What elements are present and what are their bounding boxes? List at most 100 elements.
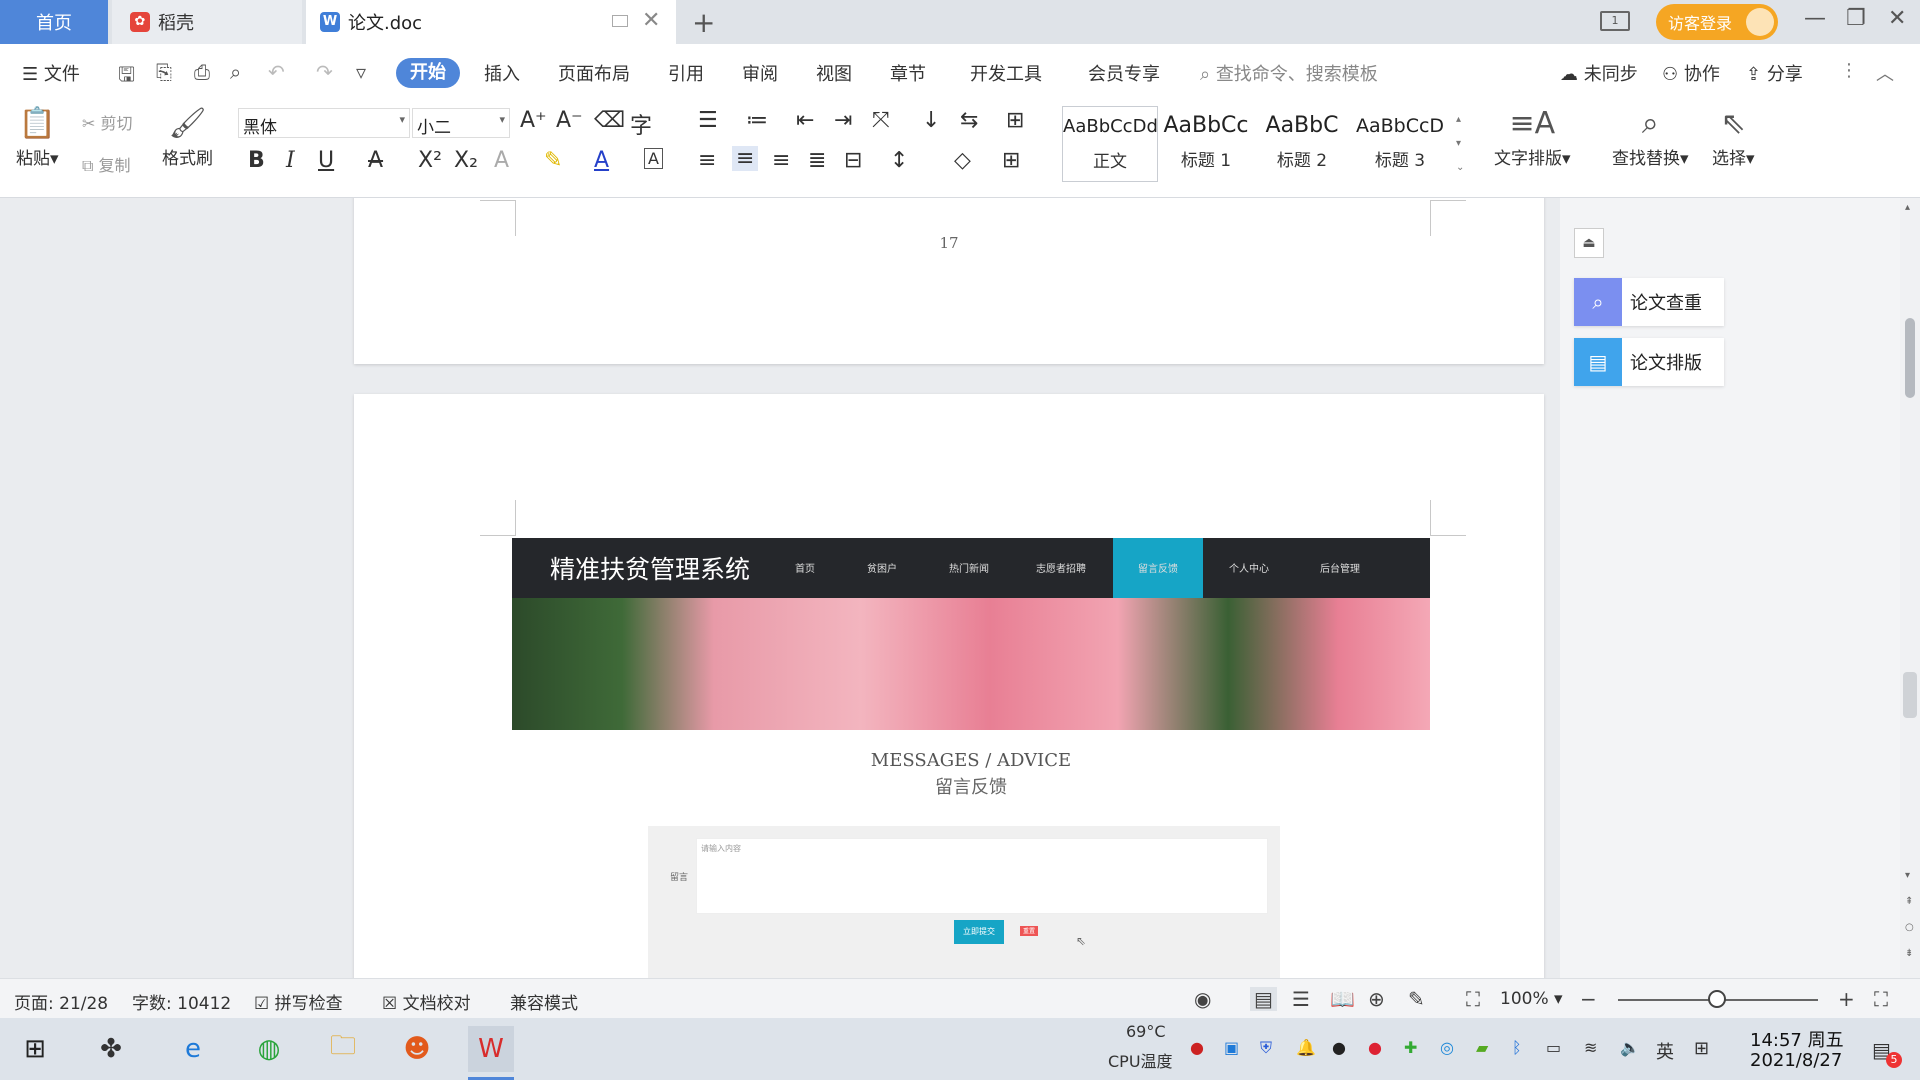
styles-scroll-icon[interactable]: ▴ ▾ ⌄ <box>1456 108 1464 180</box>
tab-home[interactable]: 首页 <box>0 0 108 44</box>
phonetic-guide-icon[interactable]: 字 <box>630 108 652 140</box>
style-normal[interactable]: AaBbCcDd 正文 <box>1062 106 1158 182</box>
app-launcher-icon[interactable]: ✤ <box>88 1026 134 1072</box>
shield-icon[interactable]: ⛨ <box>1260 1038 1272 1058</box>
sync-status[interactable]: ☁ 未同步 <box>1560 60 1638 86</box>
text-direction-icon[interactable]: ⤧ <box>872 108 890 133</box>
bullet-list-icon[interactable]: ☰ <box>698 108 718 133</box>
char-border-icon[interactable]: A <box>644 148 663 169</box>
format-painter-button[interactable]: 🖌 格式刷 <box>162 106 213 169</box>
fit-page-icon[interactable]: ⛶ <box>1466 987 1480 1011</box>
numbered-list-icon[interactable]: ≔ <box>746 108 768 133</box>
zoom-slider-handle[interactable] <box>1708 990 1726 1008</box>
more-icon[interactable]: ⋮ <box>1840 60 1858 81</box>
distributed-icon[interactable]: ⊟ <box>844 148 862 173</box>
share-button[interactable]: ⇪ 分享 <box>1746 60 1803 86</box>
font-size-select[interactable]: 小二 ▾ <box>412 108 510 138</box>
paste-button[interactable]: 📋 粘贴▾ <box>16 106 59 169</box>
select-browse-icon[interactable]: ○ <box>1905 922 1914 933</box>
shrink-font-icon[interactable]: A⁻ <box>556 108 583 133</box>
underline-icon[interactable]: U <box>318 148 334 173</box>
zoom-out-icon[interactable]: − <box>1580 987 1597 1011</box>
paper-format-button[interactable]: ▤ 论文排版 <box>1574 338 1724 386</box>
style-heading-2[interactable]: AaBbC 标题 2 <box>1254 106 1350 182</box>
zoom-level[interactable]: 100% ▾ <box>1500 989 1563 1009</box>
minimize-icon[interactable]: — <box>1804 6 1826 31</box>
subscript-icon[interactable]: X₂ <box>454 148 478 173</box>
window-layout-icon[interactable]: 1 <box>1600 11 1630 31</box>
file-explorer-icon[interactable]: 🗀 <box>320 1026 366 1072</box>
bluetooth-icon[interactable]: ᛒ <box>1512 1038 1522 1057</box>
ime-language[interactable]: 英 <box>1656 1038 1674 1064</box>
italic-icon[interactable]: I <box>286 148 295 173</box>
tray-app-icon[interactable]: ◎ <box>1440 1038 1454 1057</box>
tray-app-icon[interactable]: ▣ <box>1224 1038 1239 1057</box>
menu-developer[interactable]: 开发工具 <box>970 60 1042 86</box>
qq-icon[interactable]: ● <box>1332 1038 1346 1057</box>
grow-font-icon[interactable]: A⁺ <box>520 108 547 133</box>
tab-document[interactable]: W 论文.doc ✕ <box>306 0 676 44</box>
ime-layout-icon[interactable]: ⊞ <box>1694 1038 1709 1059</box>
borders-icon[interactable]: ⊞ <box>1002 148 1020 173</box>
style-heading-3[interactable]: AaBbCcD 标题 3 <box>1352 106 1448 182</box>
ie-browser-icon[interactable]: e <box>170 1026 216 1072</box>
nvidia-icon[interactable]: ▰ <box>1476 1038 1488 1057</box>
print-preview-icon[interactable]: ⌕ <box>230 60 241 84</box>
collaborate-button[interactable]: ⚇ 协作 <box>1662 60 1720 86</box>
scrollbar-marker[interactable] <box>1903 672 1917 718</box>
menu-start[interactable]: 开始 <box>396 58 460 88</box>
clock-date[interactable]: 2021/8/27 <box>1750 1050 1842 1071</box>
collapse-panel-icon[interactable]: ⏏ <box>1574 228 1604 258</box>
float-window-icon[interactable] <box>612 15 628 27</box>
sort-icon[interactable]: ↓ <box>922 108 940 133</box>
customize-dropdown-icon[interactable]: ▿ <box>356 60 366 84</box>
vertical-scrollbar[interactable]: ▴ ▾ ⇞ ○ ⇟ <box>1900 198 1920 978</box>
next-page-icon[interactable]: ⇟ <box>1905 948 1913 959</box>
zoom-in-icon[interactable]: + <box>1838 987 1855 1011</box>
scrollbar-thumb[interactable] <box>1905 318 1915 398</box>
bold-icon[interactable]: B <box>248 148 265 173</box>
collapse-ribbon-icon[interactable]: ︿ <box>1876 60 1894 86</box>
proofread-button[interactable]: ☒ 文档校对 <box>382 989 471 1014</box>
ruler-icon[interactable]: ⊞ <box>1006 108 1024 133</box>
show-marks-icon[interactable]: ⇆ <box>960 108 978 133</box>
document-page-previous[interactable]: 17 <box>354 198 1544 364</box>
media-app-icon[interactable]: ☻ <box>394 1026 440 1072</box>
notification-bell-icon[interactable]: 🔔 <box>1296 1038 1316 1057</box>
line-spacing-icon[interactable]: ↕ <box>890 148 908 173</box>
write-view-icon[interactable]: ✎ <box>1408 987 1425 1011</box>
strikethrough-icon[interactable]: A <box>368 148 383 173</box>
page-view-icon[interactable]: ▤ <box>1250 987 1277 1011</box>
font-name-select[interactable]: 黑体 ▾ <box>238 108 410 138</box>
restore-icon[interactable]: ❐ <box>1846 6 1866 31</box>
shading-icon[interactable]: ◇ <box>954 148 971 173</box>
prev-page-icon[interactable]: ⇞ <box>1905 896 1913 907</box>
undo-icon[interactable]: ↶ <box>268 60 285 84</box>
word-count[interactable]: 字数: 10412 <box>132 989 231 1014</box>
360-browser-icon[interactable]: ◍ <box>246 1026 292 1072</box>
command-search[interactable]: ⌕ 查找命令、搜索模板 <box>1200 60 1378 86</box>
font-color-icon[interactable]: A <box>594 148 609 173</box>
copy-button[interactable]: ⧉ 复制 <box>82 152 131 176</box>
fullscreen-icon[interactable]: ⛶ <box>1874 987 1888 1011</box>
find-replace-button[interactable]: ⌕ 查找替换▾ <box>1612 106 1689 169</box>
tray-app-icon[interactable]: ● <box>1368 1038 1382 1057</box>
document-canvas[interactable]: 17 精准扶贫管理系统 首页 贫困户 热门新闻 志愿者招聘 留言反馈 个人中心 … <box>0 198 1560 978</box>
eye-protection-icon[interactable]: ◉ <box>1194 987 1211 1011</box>
align-left-icon[interactable]: ≡ <box>698 148 716 173</box>
align-center-icon[interactable]: ≡ <box>732 146 759 171</box>
align-right-icon[interactable]: ≡ <box>772 148 790 173</box>
text-layout-button[interactable]: ≡A 文字排版▾ <box>1494 106 1571 169</box>
print-icon[interactable]: ⎙ <box>194 60 210 84</box>
clear-format-icon[interactable]: ⌫ <box>594 108 625 133</box>
new-tab-icon[interactable]: + <box>692 6 715 39</box>
menu-page-layout[interactable]: 页面布局 <box>558 60 630 86</box>
volume-icon[interactable]: 🔈 <box>1620 1038 1640 1057</box>
style-heading-1[interactable]: AaBbCc 标题 1 <box>1158 106 1254 182</box>
document-page-current[interactable]: 精准扶贫管理系统 首页 贫困户 热门新闻 志愿者招聘 留言反馈 个人中心 后台管… <box>354 394 1544 978</box>
outline-view-icon[interactable]: ☰ <box>1292 987 1310 1011</box>
cut-button[interactable]: ✂ 剪切 <box>82 110 133 134</box>
save-icon[interactable]: 🖫 <box>118 60 135 94</box>
justify-icon[interactable]: ≣ <box>808 148 826 173</box>
battery-icon[interactable]: ▭ <box>1546 1038 1561 1057</box>
